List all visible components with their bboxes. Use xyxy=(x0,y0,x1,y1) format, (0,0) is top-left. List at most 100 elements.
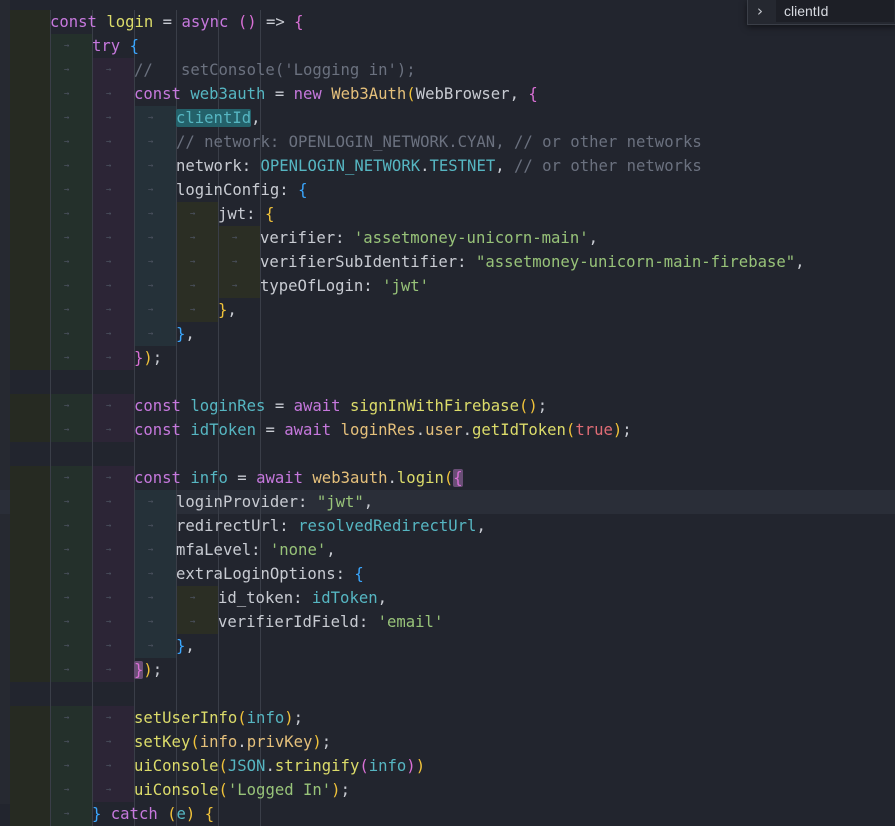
code-line[interactable]: → → // setConsole('Logging in'); xyxy=(0,58,895,82)
indent-guide-block xyxy=(92,106,134,130)
indent-guide-line xyxy=(218,658,219,682)
code-token: ( xyxy=(237,709,247,727)
code-token: Web3Auth xyxy=(331,85,407,103)
whitespace-marker: → xyxy=(148,329,154,339)
code-line[interactable]: → → → clientId, xyxy=(0,106,895,130)
code-line[interactable]: → → →}, xyxy=(0,634,895,658)
code-line[interactable]: → try { xyxy=(0,34,895,58)
code-token: , xyxy=(588,229,598,247)
indent-guide-block xyxy=(50,274,92,298)
code-line[interactable] xyxy=(0,442,895,466)
code-line[interactable]: → → → → → verifier: 'assetmoney-unicorn-main'… xyxy=(0,226,895,250)
whitespace-marker: → xyxy=(106,665,112,675)
code-line[interactable]: → → → → → typeOfLogin: 'jwt' xyxy=(0,274,895,298)
code-line[interactable]: → → → → jwt: { xyxy=(0,202,895,226)
toggle-replace-button[interactable]: › xyxy=(748,0,776,24)
code-token: mfaLevel: xyxy=(176,541,270,559)
code-line[interactable]: → → setKey(info.privKey); xyxy=(0,730,895,754)
whitespace-marker: → xyxy=(106,497,112,507)
code-line[interactable]: → → → redirectUrl: resolvedRedirectUrl, xyxy=(0,514,895,538)
code-token: user xyxy=(425,421,463,439)
code-line[interactable]: → → → // network: OPENLOGIN_NETWORK.CYAN, /… xyxy=(0,130,895,154)
indent-guide-block xyxy=(10,514,50,538)
code-line[interactable]: → → setUserInfo(info); xyxy=(0,706,895,730)
code-line[interactable]: → → → → id_token: idToken, xyxy=(0,586,895,610)
code-token: web3auth xyxy=(312,469,388,487)
code-line[interactable]: → → uiConsole(JSON.stringify(info)) xyxy=(0,754,895,778)
code-token: signInWithFirebase xyxy=(349,397,519,415)
indent-guide-line xyxy=(218,274,219,298)
code-line[interactable]: → → → →}, xyxy=(0,298,895,322)
code-token: login xyxy=(396,469,444,487)
code-line[interactable]: → → const idToken = await loginRes.user.ge… xyxy=(0,418,895,442)
code-line[interactable]: → → const web3auth = new Web3Auth(WebBrows… xyxy=(0,82,895,106)
whitespace-marker: → xyxy=(148,545,154,555)
whitespace-marker: → xyxy=(106,65,112,75)
code-line[interactable]: → → → → → verifierSubIdentifier: "assetmoney-… xyxy=(0,250,895,274)
indent-guide-line xyxy=(50,610,51,634)
indent-guide-line xyxy=(92,490,93,514)
code-token: loginRes xyxy=(190,397,266,415)
indent-guide-line xyxy=(260,298,261,322)
code-line[interactable]: → → const loginRes = await signInWithFireb… xyxy=(0,394,895,418)
code-text: }); xyxy=(134,658,162,682)
code-token: ) xyxy=(331,781,341,799)
whitespace-marker: → xyxy=(64,41,70,51)
code-text: verifierIdField: 'email' xyxy=(218,610,443,634)
code-token: . xyxy=(462,421,473,439)
indent-guide-line xyxy=(92,82,93,106)
code-token: , xyxy=(251,109,261,127)
code-line[interactable]: → → → loginConfig: { xyxy=(0,178,895,202)
code-editor[interactable]: const login = async () => {→ try {→ → // se… xyxy=(0,0,895,826)
indent-guide-line xyxy=(92,466,93,490)
indent-guide-line xyxy=(92,274,93,298)
indent-guide-line xyxy=(92,322,93,346)
whitespace-marker: → xyxy=(64,569,70,579)
code-line[interactable]: → → → → verifierIdField: 'email' xyxy=(0,610,895,634)
code-line[interactable]: → → → network: OPENLOGIN_NETWORK.TESTNET, /… xyxy=(0,154,895,178)
code-token: const xyxy=(134,85,191,103)
indent-guide-block xyxy=(10,658,50,682)
indent-guide-line xyxy=(50,154,51,178)
code-line[interactable]: → →}); xyxy=(0,658,895,682)
code-token: JSON xyxy=(227,757,266,775)
code-token: OPENLOGIN_NETWORK xyxy=(260,157,421,175)
code-line[interactable] xyxy=(0,682,895,706)
code-token: } xyxy=(176,325,186,343)
code-line[interactable]: → → → extraLoginOptions: { xyxy=(0,562,895,586)
indent-guide-line xyxy=(50,634,51,658)
code-text: const login = async () => { xyxy=(50,10,304,34)
code-line[interactable]: → → uiConsole('Logged In'); xyxy=(0,778,895,802)
code-line[interactable] xyxy=(0,370,895,394)
indent-guide-line xyxy=(92,394,93,418)
indent-guide-line xyxy=(176,250,177,274)
indent-guide-block xyxy=(50,58,92,82)
indent-guide-line xyxy=(50,298,51,322)
whitespace-marker: → xyxy=(148,161,154,171)
find-input[interactable] xyxy=(776,0,894,22)
code-line[interactable]: → → const info = await web3auth.login({ xyxy=(0,466,895,490)
whitespace-marker: → xyxy=(106,353,112,363)
indent-guide-line xyxy=(260,34,261,58)
code-token: , xyxy=(377,589,387,607)
indent-guide-line xyxy=(218,322,219,346)
code-line[interactable]: → → → loginProvider: "jwt", xyxy=(0,490,895,514)
code-token: ) xyxy=(415,757,426,775)
code-text: // setConsole('Logging in'); xyxy=(134,58,416,82)
whitespace-marker: → xyxy=(190,233,196,243)
whitespace-marker: → xyxy=(106,521,112,531)
indent-guide-block xyxy=(50,322,92,346)
indent-guide-line xyxy=(176,370,177,394)
code-text: }); xyxy=(134,346,162,370)
code-line[interactable]: → →}); xyxy=(0,346,895,370)
code-line[interactable]: →} catch (e) { xyxy=(0,802,895,826)
whitespace-marker: → xyxy=(64,113,70,123)
indent-guide-block xyxy=(92,298,134,322)
code-token: idToken xyxy=(311,589,378,607)
code-token: { xyxy=(264,205,275,223)
code-line[interactable]: → → →}, xyxy=(0,322,895,346)
whitespace-marker: → xyxy=(190,281,196,291)
code-line[interactable]: → → → mfaLevel: 'none', xyxy=(0,538,895,562)
code-text: }, xyxy=(176,322,195,346)
whitespace-marker: → xyxy=(106,593,112,603)
